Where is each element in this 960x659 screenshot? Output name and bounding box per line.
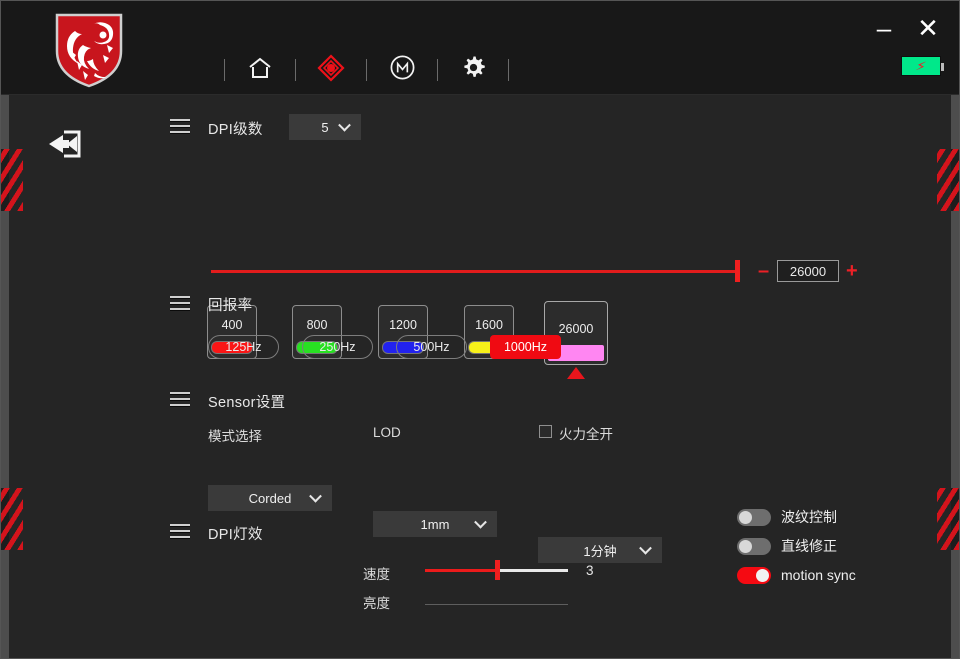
dpi-value-field[interactable]: 26000 [777,260,839,282]
nav-settings[interactable] [456,53,490,87]
window-controls: – ✕ [871,15,941,41]
dpi-preset-selected-pointer [567,367,585,379]
polling-rate-label: 125Hz [225,340,262,354]
dpi-level-count-dropdown[interactable]: 5 [289,114,361,140]
decor-stripes-right-bottom [937,488,959,550]
nav-divider [508,59,509,81]
polling-rate-option-500[interactable]: 500Hz [396,335,467,359]
toggle-motion-sync-row: motion sync [737,561,856,589]
nav-divider [437,59,438,81]
decor-stripes-left-top [1,149,23,211]
toggle-ripple-control-label: 波纹控制 [781,509,837,525]
dpi-light-menu-icon[interactable] [170,524,190,538]
lod-dropdown[interactable]: 1mm [373,511,497,537]
sensor-settings-title: Sensor设置 [208,395,286,411]
polling-rate-label: 250Hz [319,340,356,354]
dpi-settings-panel: DPI级数 5 – 26000 + 400 800 1200 1600 2600… [1,95,959,658]
dpi-light-title: DPI灯效 [208,527,263,543]
nav-divider [366,59,367,81]
mode-select-label: 模式选择 [208,429,262,444]
light-speed-track-filled[interactable] [425,569,497,572]
toggle-motion-sync-label: motion sync [781,567,856,583]
toggle-angle-snap[interactable] [737,537,771,555]
dpi-slider-handle[interactable] [735,260,740,282]
nav-home[interactable] [243,53,277,87]
lod-value: 1mm [420,516,450,532]
full-power-timer-value: 1分钟 [583,543,617,559]
polling-rate-label: 1000Hz [503,340,548,354]
light-speed-label: 速度 [363,567,390,582]
lod-label: LOD [373,425,401,440]
chevron-down-icon [338,118,351,132]
dpi-preset-value: 1200 [389,318,417,332]
toggle-ripple-control[interactable] [737,508,771,526]
light-brightness-track[interactable] [425,604,568,605]
decor-stripes-right-top [937,149,959,211]
title-bar: – ✕ ⚡ [1,1,959,95]
toggle-knob [756,568,769,582]
toggle-ripple-control-row: 波纹控制 [737,503,856,531]
back-button[interactable] [45,128,85,160]
light-speed-handle[interactable] [495,560,500,580]
dpi-decrease-button[interactable]: – [758,261,769,281]
polling-rate-menu-icon[interactable] [170,296,190,310]
chevron-down-icon [639,541,652,555]
polling-rate-option-1000[interactable]: 1000Hz [490,335,561,359]
close-button[interactable]: ✕ [915,15,941,41]
battery-status-icon: ⚡ [901,56,944,76]
nav-macro[interactable] [385,53,419,87]
polling-rate-option-125[interactable]: 125Hz [208,335,279,359]
msi-mouse-config-window: – ✕ ⚡ DPI级数 5 – 26000 + 400 800 1200 160… [0,0,960,659]
nav-divider [224,59,225,81]
sensor-toggle-list: 波纹控制 直线修正 motion sync [737,503,856,590]
toggle-motion-sync[interactable] [737,566,771,584]
macro-m-icon [389,54,416,86]
gear-icon [461,55,486,85]
chevron-down-icon [309,489,322,503]
dpi-preset-value: 26000 [558,322,594,336]
dpi-slider-track[interactable] [211,270,739,273]
decor-stripes-left-bottom [1,488,23,550]
full-power-label: 火力全开 [559,427,613,442]
charging-bolt-icon: ⚡ [914,57,928,75]
toggle-knob [739,539,752,553]
polling-rate-option-250[interactable]: 250Hz [302,335,373,359]
toggle-angle-snap-label: 直线修正 [781,538,837,554]
nav-divider [295,59,296,81]
dpi-level-count-value: 5 [321,119,329,135]
dpi-levels-title: DPI级数 [208,122,263,138]
mode-select-dropdown[interactable]: Corded [208,485,332,511]
polling-rate-title: 回报率 [208,298,253,314]
polling-rate-label: 500Hz [413,340,450,354]
light-speed-value: 3 [586,563,594,578]
chevron-down-icon [474,515,487,529]
light-speed-track-empty[interactable] [497,569,568,572]
nav-dpi-sensor[interactable] [314,53,348,87]
full-power-timer-dropdown[interactable]: 1分钟 [538,537,662,563]
main-nav [206,53,527,87]
home-icon [247,55,273,86]
dpi-levels-menu-icon[interactable] [170,119,190,133]
mode-select-value: Corded [248,490,292,506]
minimize-button[interactable]: – [871,15,897,41]
dpi-diamond-icon [317,53,345,87]
dpi-increase-button[interactable]: + [846,261,858,281]
toggle-knob [739,510,752,524]
sensor-settings-menu-icon[interactable] [170,392,190,406]
dpi-preset-value: 800 [306,318,328,332]
full-power-checkbox[interactable] [539,425,552,438]
dpi-preset-value: 1600 [475,318,503,332]
msi-dragon-shield-logo [53,11,125,89]
toggle-angle-snap-row: 直线修正 [737,532,856,560]
light-brightness-label: 亮度 [363,596,390,611]
dpi-preset-value: 400 [221,318,243,332]
